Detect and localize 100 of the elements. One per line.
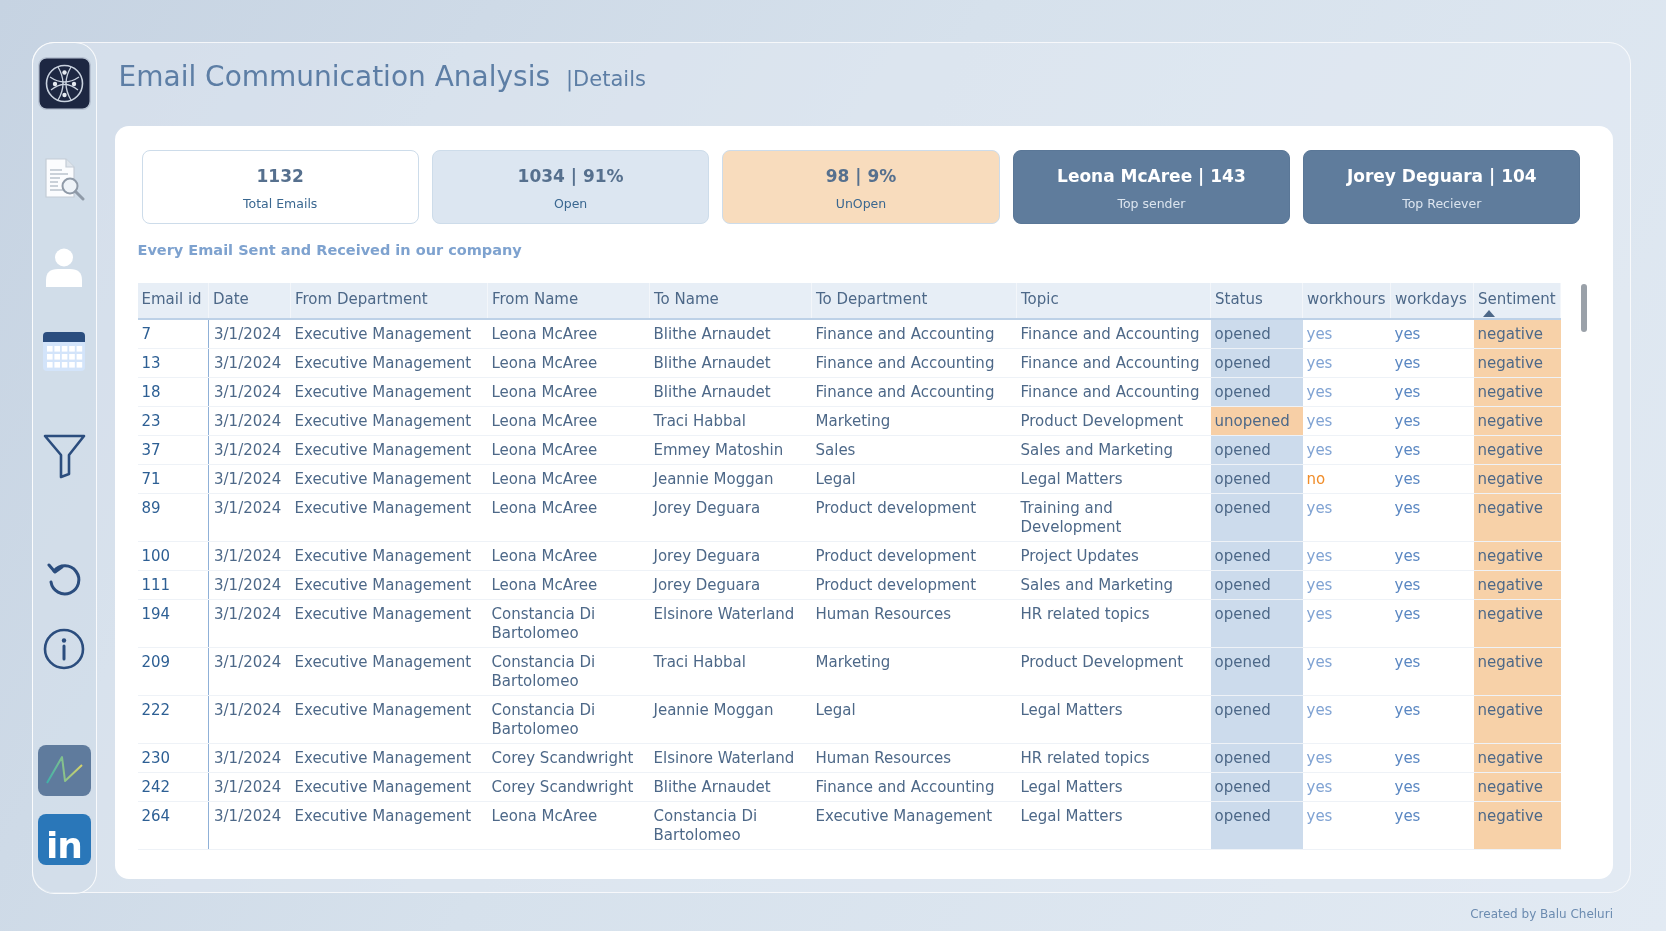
table-cell: 242 bbox=[137, 772, 209, 802]
table-cell: Corey Scandwright bbox=[487, 743, 650, 773]
status-cell: opened bbox=[1210, 464, 1303, 494]
sentiment-cell: negative bbox=[1473, 772, 1561, 802]
table-cell: 3/1/2024 bbox=[208, 377, 291, 407]
table-cell: Executive Management bbox=[290, 348, 488, 378]
status-cell: unopened bbox=[1210, 406, 1303, 436]
line-chart-icon[interactable] bbox=[37, 744, 91, 796]
table-cell: 194 bbox=[137, 599, 209, 648]
table-cell: yes bbox=[1302, 599, 1391, 648]
table-cell: Blithe Arnaudet bbox=[649, 319, 812, 349]
column-header[interactable]: To Name bbox=[649, 283, 812, 319]
social-link-button[interactable]: in bbox=[37, 813, 91, 865]
scrollbar-thumb[interactable] bbox=[1581, 284, 1587, 332]
table-cell: yes bbox=[1302, 493, 1391, 542]
status-cell: opened bbox=[1210, 570, 1303, 600]
table-cell: 3/1/2024 bbox=[208, 464, 291, 494]
sentiment-cell: negative bbox=[1473, 647, 1561, 696]
column-header[interactable]: workdays bbox=[1390, 283, 1474, 319]
table-cell: yes bbox=[1302, 377, 1391, 407]
table-cell: 209 bbox=[137, 647, 209, 696]
table-cell: yes bbox=[1390, 406, 1474, 436]
table-cell: 3/1/2024 bbox=[208, 570, 291, 600]
table-cell: 3/1/2024 bbox=[208, 647, 291, 696]
column-header[interactable]: Date bbox=[208, 283, 291, 319]
table-cell: 100 bbox=[137, 541, 209, 571]
kpi-value: 1034 | 91% bbox=[517, 165, 624, 188]
table-cell: Executive Management bbox=[290, 695, 488, 744]
table-cell: HR related topics bbox=[1016, 599, 1211, 648]
document-search-icon[interactable] bbox=[42, 156, 86, 201]
table-cell: Leona McAree bbox=[487, 464, 650, 494]
table-cell: Finance and Accounting bbox=[811, 377, 1017, 407]
column-header[interactable]: From Name bbox=[487, 283, 650, 319]
table-cell: 23 bbox=[137, 406, 209, 436]
table-cell: Sales bbox=[811, 435, 1017, 465]
status-cell: opened bbox=[1210, 348, 1303, 378]
column-header[interactable]: Status bbox=[1210, 283, 1303, 319]
globe-logo-icon[interactable] bbox=[37, 56, 91, 110]
table-cell: HR related topics bbox=[1016, 743, 1211, 773]
table-cell: yes bbox=[1390, 695, 1474, 744]
table-cell: Constancia Di Bartolomeo bbox=[649, 801, 812, 850]
table-cell: Traci Habbal bbox=[649, 647, 812, 696]
status-cell: opened bbox=[1210, 377, 1303, 407]
table-cell: Executive Management bbox=[290, 599, 488, 648]
table-cell: Corey Scandwright bbox=[487, 772, 650, 802]
info-icon[interactable] bbox=[42, 627, 86, 670]
table-cell: Executive Management bbox=[290, 319, 488, 349]
table-cell: Product development bbox=[811, 570, 1017, 600]
table-cell: 3/1/2024 bbox=[208, 743, 291, 773]
table-cell: yes bbox=[1302, 801, 1391, 850]
table-cell: Executive Management bbox=[290, 541, 488, 571]
table-cell: Legal Matters bbox=[1016, 464, 1211, 494]
table-cell: Finance and Accounting bbox=[811, 772, 1017, 802]
table-cell: Leona McAree bbox=[487, 348, 650, 378]
table-cell: Executive Management bbox=[290, 464, 488, 494]
table-cell: Finance and Accounting bbox=[1016, 319, 1211, 349]
kpi-value: 98 | 9% bbox=[825, 165, 897, 188]
kpi-label: Open bbox=[553, 196, 588, 212]
table-cell: Product development bbox=[811, 541, 1017, 571]
table-cell: Leona McAree bbox=[487, 319, 650, 349]
table-cell: Constancia Di Bartolomeo bbox=[487, 695, 650, 744]
status-cell: opened bbox=[1210, 772, 1303, 802]
column-header[interactable]: workhours bbox=[1302, 283, 1391, 319]
table-cell: yes bbox=[1390, 541, 1474, 571]
column-header[interactable]: Email id bbox=[137, 283, 209, 319]
column-header[interactable]: From Department bbox=[290, 283, 488, 319]
table-cell: yes bbox=[1390, 570, 1474, 600]
table-cell: Product Development bbox=[1016, 406, 1211, 436]
sentiment-cell: negative bbox=[1473, 348, 1561, 378]
credit-text: Created by Balu Cheluri bbox=[1470, 907, 1613, 921]
table-cell: yes bbox=[1390, 435, 1474, 465]
table-cell: Elsinore Waterland bbox=[649, 599, 812, 648]
sentiment-cell: negative bbox=[1473, 541, 1561, 571]
table-cell: Finance and Accounting bbox=[811, 319, 1017, 349]
column-header[interactable]: To Department bbox=[811, 283, 1017, 319]
table-cell: Marketing bbox=[811, 406, 1017, 436]
calendar-icon[interactable] bbox=[43, 331, 85, 371]
table-cell: Executive Management bbox=[290, 493, 488, 542]
sentiment-cell: negative bbox=[1473, 801, 1561, 850]
column-header[interactable]: Sentiment bbox=[1473, 283, 1561, 319]
kpi-label: Top Reciever bbox=[1402, 196, 1482, 212]
table-cell: 111 bbox=[137, 570, 209, 600]
kpi-label: Total Emails bbox=[243, 196, 318, 212]
table-cell: Training and Development bbox=[1016, 493, 1211, 542]
table-cell: Human Resources bbox=[811, 743, 1017, 773]
table-cell: Blithe Arnaudet bbox=[649, 348, 812, 378]
table-cell: 3/1/2024 bbox=[208, 493, 291, 542]
table-cell: Legal bbox=[811, 695, 1017, 744]
column-header[interactable]: Topic bbox=[1016, 283, 1211, 319]
page-title: Email Communication Analysis bbox=[118, 59, 551, 95]
table-cell: Elsinore Waterland bbox=[649, 743, 812, 773]
table-cell: Jeannie Moggan bbox=[649, 695, 812, 744]
table-cell: yes bbox=[1390, 743, 1474, 773]
table-cell: yes bbox=[1390, 647, 1474, 696]
table-cell: Leona McAree bbox=[487, 570, 650, 600]
filter-icon[interactable] bbox=[42, 433, 86, 479]
table-cell: Constancia Di Bartolomeo bbox=[487, 599, 650, 648]
table-cell: Legal Matters bbox=[1016, 695, 1211, 744]
status-cell: opened bbox=[1210, 695, 1303, 744]
table-cell: yes bbox=[1302, 319, 1391, 349]
